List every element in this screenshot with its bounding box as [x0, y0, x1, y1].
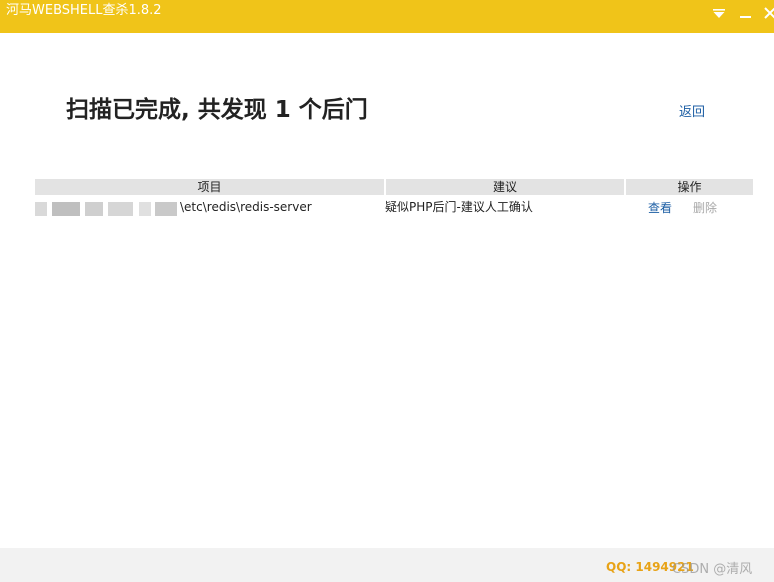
column-header-action: 操作: [626, 179, 753, 195]
view-button[interactable]: 查看: [648, 199, 672, 216]
redacted-path-block: [52, 202, 80, 216]
title-bar[interactable]: 河马WEBSHELL查杀1.8.2: [0, 0, 774, 33]
table-row: \etc\redis\redis-server 疑似PHP后门-建议人工确认 查…: [35, 195, 753, 219]
column-header-item: 项目: [35, 179, 384, 195]
footer-bar: QQ: 1494921 CSDN @清风: [0, 548, 774, 582]
column-header-advice: 建议: [386, 179, 624, 195]
watermark: CSDN @清风: [672, 562, 753, 577]
back-link[interactable]: 返回: [679, 101, 705, 120]
app-window: 河马WEBSHELL查杀1.8.2 扫描已完成, 共发现 1 个后门 返回 项目…: [0, 0, 774, 582]
advice-cell: 疑似PHP后门-建议人工确认: [385, 200, 533, 214]
window-title: 河马WEBSHELL查杀1.8.2: [6, 3, 162, 18]
scan-result-headline: 扫描已完成, 共发现 1 个后门: [66, 97, 368, 123]
menu-triangle-icon[interactable]: [710, 4, 728, 22]
redacted-path-block: [85, 202, 103, 216]
result-table: 项目 建议 操作 \etc\redis\redis-server 疑似PHP后门…: [35, 179, 753, 219]
close-icon[interactable]: [761, 4, 774, 22]
delete-button[interactable]: 删除: [693, 199, 717, 216]
redacted-path-block: [155, 202, 177, 216]
redacted-path-block: [139, 202, 151, 216]
redacted-path-block: [108, 202, 133, 216]
file-path: \etc\redis\redis-server: [180, 200, 312, 214]
table-header: 项目 建议 操作: [35, 179, 753, 195]
redacted-path-block: [35, 202, 47, 216]
minimize-icon[interactable]: [736, 4, 754, 22]
